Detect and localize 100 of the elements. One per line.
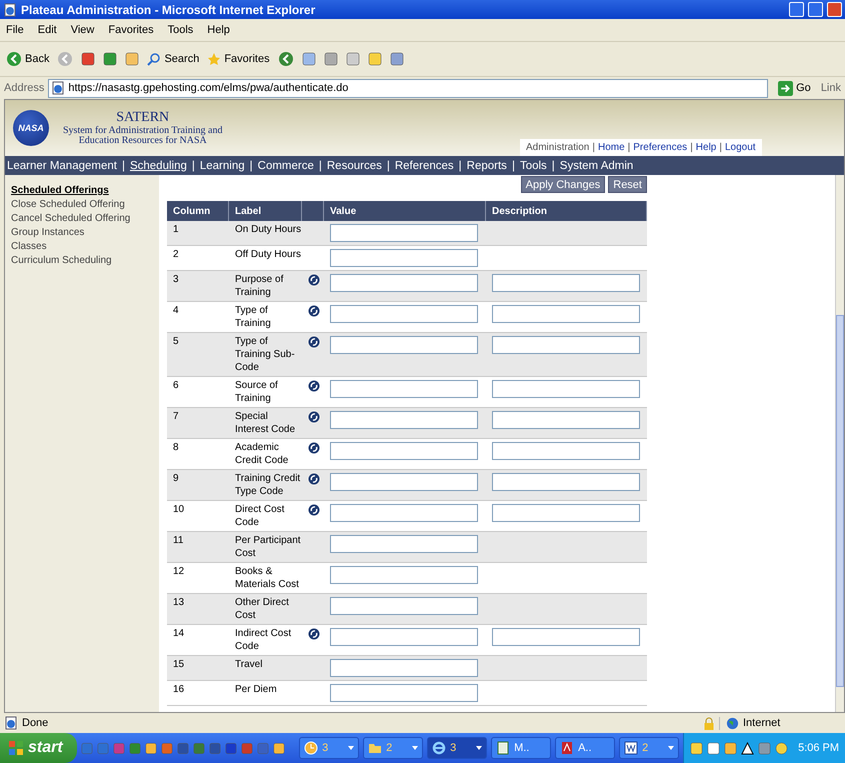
action-button[interactable]: Apply Changes [520, 176, 606, 193]
value-field[interactable] [330, 597, 478, 615]
value-field[interactable] [330, 274, 478, 292]
nav-item[interactable]: Scheduling [130, 160, 187, 172]
sidebar-item[interactable]: Curriculum Scheduling [11, 255, 159, 266]
value-field[interactable] [330, 659, 478, 677]
windows-flag-icon [8, 740, 24, 756]
menu-item[interactable]: Tools [168, 24, 194, 36]
circular-arrow-icon[interactable] [308, 628, 320, 640]
menu-item[interactable]: File [6, 24, 24, 36]
start-button[interactable]: start [0, 733, 77, 763]
value-field[interactable] [330, 249, 478, 267]
circular-arrow-icon[interactable] [308, 504, 320, 516]
value-field[interactable] [330, 684, 478, 702]
application-icon[interactable] [208, 740, 221, 756]
application-icon[interactable] [256, 740, 269, 756]
circular-arrow-icon[interactable] [308, 442, 320, 454]
header-link[interactable]: Logout [724, 142, 756, 153]
circular-arrow-icon[interactable] [308, 473, 320, 485]
circular-arrow-icon[interactable] [308, 305, 320, 317]
maximize-button[interactable] [808, 2, 823, 17]
taskbar-button[interactable]: A.. [555, 737, 616, 759]
application-icon[interactable] [176, 740, 189, 756]
description-field[interactable] [492, 473, 640, 491]
document-icon [624, 741, 638, 755]
application-icon[interactable] [160, 740, 173, 756]
application-icon[interactable] [112, 740, 125, 756]
back-button[interactable]: Back [6, 51, 50, 67]
nav-item[interactable]: References [394, 160, 454, 172]
menu-item[interactable]: View [70, 24, 94, 36]
browser-icon [432, 741, 446, 755]
value-field[interactable] [330, 305, 478, 323]
nav-item[interactable]: Resources [326, 160, 382, 172]
application-icon[interactable] [192, 740, 205, 756]
table-cell: 2 [173, 248, 179, 261]
search-button[interactable]: Search [147, 52, 200, 66]
sidebar-item[interactable]: Cancel Scheduled Offering [11, 213, 159, 224]
nav-item[interactable]: System Admin [560, 160, 634, 172]
menu-item[interactable]: Edit [38, 24, 57, 36]
nav-item[interactable]: Tools [520, 160, 547, 172]
application-icon[interactable] [144, 740, 157, 756]
scrollbar[interactable] [835, 175, 844, 712]
description-field[interactable] [492, 336, 640, 354]
application-icon[interactable] [80, 740, 93, 756]
value-field[interactable] [330, 336, 478, 354]
value-field[interactable] [330, 380, 478, 398]
favorites-button[interactable]: Favorites [207, 52, 270, 66]
minimize-button[interactable] [789, 2, 804, 17]
application-icon[interactable] [224, 740, 237, 756]
circular-arrow-icon[interactable] [308, 411, 320, 423]
action-button[interactable]: Reset [608, 176, 647, 193]
globe-icon [726, 716, 739, 730]
sidebar-item[interactable]: Scheduled Offerings [11, 185, 159, 196]
header-link[interactable]: Home [598, 142, 625, 153]
value-field[interactable] [330, 442, 478, 460]
close-button[interactable] [827, 2, 842, 17]
nav-item[interactable]: Learner Management [7, 160, 117, 172]
site-title: SATERN [116, 110, 170, 126]
header-link[interactable]: Preferences [633, 142, 688, 153]
value-field[interactable] [330, 224, 478, 242]
circular-arrow-icon[interactable] [308, 380, 320, 392]
taskbar-button[interactable]: M.. [491, 737, 552, 759]
description-field[interactable] [492, 442, 640, 460]
nav-item[interactable]: Commerce [258, 160, 314, 172]
nav-item[interactable]: Reports [466, 160, 507, 172]
application-icon[interactable] [128, 740, 141, 756]
sidebar-item[interactable]: Group Instances [11, 227, 159, 238]
header-link[interactable]: Help [696, 142, 716, 153]
value-field[interactable] [330, 411, 478, 429]
sidebar-item[interactable]: Close Scheduled Offering [11, 199, 159, 210]
description-field[interactable] [492, 504, 640, 522]
go-button[interactable]: Go [772, 80, 817, 96]
taskbar-button[interactable]: 3 [427, 737, 488, 759]
value-field[interactable] [330, 535, 478, 553]
circular-arrow-icon[interactable] [308, 336, 320, 348]
menu-item[interactable]: Favorites [108, 24, 154, 36]
value-field[interactable] [330, 628, 478, 646]
description-field[interactable] [492, 380, 640, 398]
address-field[interactable]: https://nasastg.gpehosting.com/elms/pwa/authenticate.do [48, 78, 768, 98]
links-label[interactable]: Link [820, 82, 841, 94]
circular-arrow-icon[interactable] [308, 274, 320, 286]
menu-item[interactable]: Help [207, 24, 230, 36]
application-icon[interactable] [96, 740, 109, 756]
sidebar-item[interactable]: Classes [11, 241, 159, 252]
table-cell: Per Participant Cost [235, 534, 302, 560]
description-field[interactable] [492, 274, 640, 292]
description-field[interactable] [492, 411, 640, 429]
separator: | [458, 160, 462, 172]
warning-icon[interactable] [741, 742, 754, 754]
application-icon[interactable] [240, 740, 253, 756]
column-header [302, 201, 324, 221]
value-field[interactable] [330, 566, 478, 584]
description-field[interactable] [492, 305, 640, 323]
value-field[interactable] [330, 473, 478, 491]
column-header: Value [324, 201, 486, 221]
forward-button[interactable] [57, 51, 74, 67]
value-field[interactable] [330, 504, 478, 522]
application-icon[interactable] [272, 740, 285, 756]
nav-item[interactable]: Learning [200, 160, 245, 172]
description-field[interactable] [492, 628, 640, 646]
